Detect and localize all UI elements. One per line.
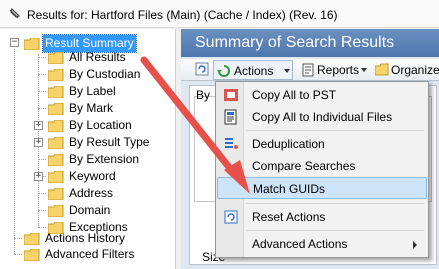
actions-button[interactable]: Actions — [213, 60, 293, 80]
tree-item-domain[interactable]: Domain — [48, 202, 168, 219]
actions-icon — [217, 65, 230, 77]
reports-icon — [302, 63, 314, 77]
tree-expand-by-result-type[interactable]: + — [34, 138, 43, 147]
tree-item-by-result-type[interactable]: By Result Type — [48, 134, 173, 151]
folder-icon — [24, 233, 40, 245]
result-tree: − Result Summary All Results By Custodia… — [0, 29, 176, 269]
tree-expand-by-location[interactable]: + — [34, 121, 43, 130]
folder-icon — [48, 171, 64, 183]
menu-compare-searches[interactable]: Compare Searches — [217, 155, 427, 177]
summary-title: Summary of Search Results — [181, 29, 439, 57]
dedup-icon — [225, 138, 238, 149]
tree-expand-keyword[interactable]: + — [34, 172, 43, 181]
menu-copy-all-to-pst[interactable]: Copy All to PST — [217, 84, 427, 106]
folder-icon — [48, 137, 64, 149]
folder-icon — [48, 86, 64, 98]
chevron-down-icon — [284, 69, 290, 73]
folder-icon — [48, 188, 64, 200]
menu-advanced-actions[interactable]: Advanced Actions — [217, 233, 427, 255]
pin-icon[interactable] — [8, 8, 20, 20]
files-icon — [224, 109, 237, 125]
tree-item-actions-history[interactable]: Actions History — [24, 230, 164, 247]
tree-item-by-mark[interactable]: By Mark — [48, 100, 168, 117]
menu-copy-all-to-individual-files[interactable]: Copy All to Individual Files — [217, 106, 427, 128]
summary-toolbar: Actions Reports Organize — [181, 59, 439, 81]
folder-icon — [24, 249, 40, 261]
tree-item-by-location[interactable]: By Location — [48, 117, 168, 134]
chevron-down-icon — [361, 68, 367, 72]
organize-icon — [375, 63, 389, 76]
chevron-right-icon — [413, 241, 417, 249]
organize-button[interactable]: Organize — [373, 60, 439, 80]
folder-icon — [48, 69, 64, 81]
tree-item-by-label[interactable]: By Label — [48, 83, 168, 100]
folder-icon — [48, 154, 64, 166]
tree-item-keyword[interactable]: Keyword — [48, 168, 168, 185]
actions-menu: Copy All to PST Copy All to Individual F… — [215, 81, 429, 258]
folder-icon — [48, 205, 64, 217]
results-title: Results for: Hartford Files (Main) (Cach… — [27, 8, 338, 22]
menu-deduplication[interactable]: Deduplication — [217, 133, 427, 155]
folder-icon — [48, 120, 64, 132]
results-header: Results for: Hartford Files (Main) (Cach… — [0, 0, 439, 28]
reports-button[interactable]: Reports — [299, 60, 369, 80]
tree-collapse-result-summary[interactable]: − — [10, 38, 19, 47]
tree-item-advanced-filters[interactable]: Advanced Filters — [24, 246, 164, 263]
tree-item-all-results[interactable]: All Results — [48, 49, 168, 66]
folder-icon — [24, 38, 40, 50]
folder-icon — [48, 52, 64, 64]
tree-item-by-custodian[interactable]: By Custodian — [48, 66, 168, 83]
tree-item-address[interactable]: Address — [48, 185, 168, 202]
reset-icon — [224, 210, 238, 224]
group-label: By — [196, 88, 211, 102]
folder-icon — [48, 103, 64, 115]
tree-item-by-extension[interactable]: By Extension — [48, 151, 168, 168]
menu-match-guids[interactable]: Match GUIDs — [217, 177, 427, 199]
menu-reset-actions[interactable]: Reset Actions — [217, 206, 427, 228]
refresh-icon[interactable] — [195, 62, 209, 76]
pst-icon — [224, 89, 238, 101]
